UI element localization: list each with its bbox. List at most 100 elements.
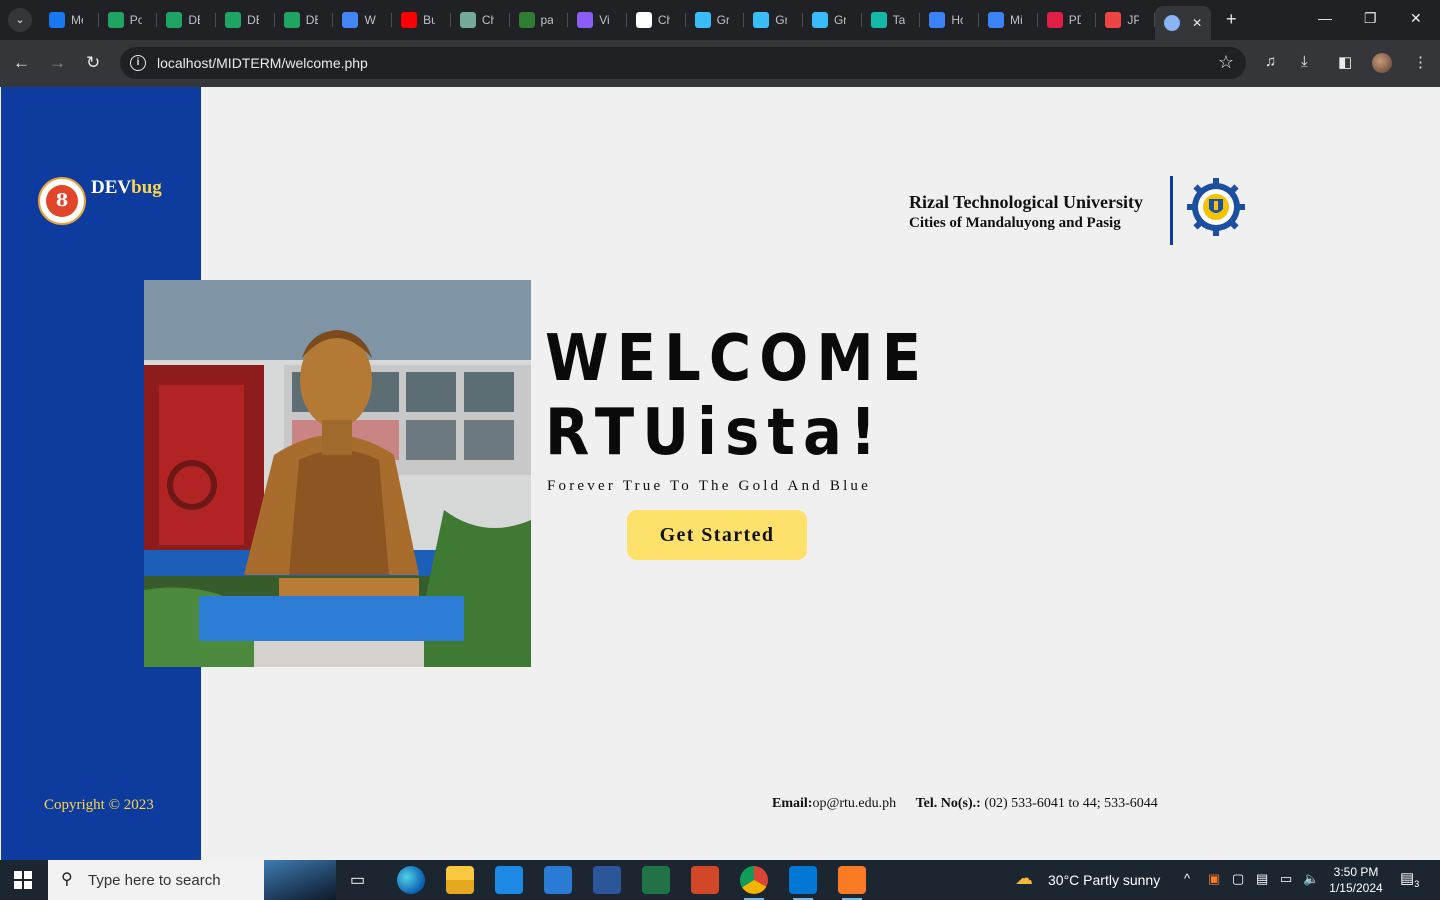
tab-label: DE <box>188 13 200 27</box>
windows-start-icon[interactable] <box>14 871 32 889</box>
tab-favicon-icon <box>283 12 300 28</box>
chrome-icon[interactable] <box>740 866 768 900</box>
tab-favicon-icon <box>49 12 65 28</box>
tab-label: Ta <box>892 13 905 27</box>
tab-label: Wi <box>364 13 376 27</box>
tab-favicon-icon <box>166 12 183 28</box>
forward-icon[interactable]: → <box>49 52 66 74</box>
browser-tab[interactable]: Wi <box>333 6 392 34</box>
media-control-icon[interactable]: ♫ <box>1265 53 1276 70</box>
browser-tab[interactable]: Me <box>40 6 99 34</box>
brand-logo[interactable]: 8 <box>38 177 86 225</box>
browser-tab[interactable]: Gr <box>803 6 862 34</box>
welcome-heading: WELCOME RTUista! <box>545 322 930 470</box>
download-icon[interactable]: ⤓ <box>1301 53 1308 70</box>
tab-favicon-icon <box>342 12 359 28</box>
xampp-tray-icon[interactable]: ▣ <box>1208 871 1220 887</box>
windows-taskbar: ⚲ Type here to search ▭ ☁ 30°C Partly su… <box>0 860 1440 900</box>
weather-text[interactable]: 30°C Partly sunny <box>1048 872 1160 888</box>
back-icon[interactable]: ← <box>13 52 30 74</box>
tab-favicon-icon <box>811 12 828 28</box>
contact-info: Email:op@rtu.edu.ph Tel. No(s).: (02) 53… <box>772 796 1158 811</box>
phone-number: (02) 533-6041 to 44; 533-6044 <box>984 796 1158 811</box>
browser-tab[interactable]: PD <box>1038 6 1097 34</box>
browser-tab[interactable]: Vi <box>568 6 627 34</box>
get-started-button[interactable]: Get Started <box>627 510 807 560</box>
university-subtitle: Cities of Mandaluyong and Pasig <box>909 215 1121 231</box>
browser-tabstrip: ⌄ Me Po DE DE DE Wi Bu Ch pa Vi Ch Gr Gr Gr Ta Ho Mi PD JP… <box>0 0 1440 40</box>
tab-label: pa <box>540 13 553 27</box>
tab-favicon-icon <box>107 12 124 28</box>
mail-icon[interactable] <box>544 866 572 894</box>
email-link[interactable]: op@rtu.edu.ph <box>812 796 896 811</box>
network-icon[interactable]: ▤ <box>1256 871 1268 887</box>
browser-tab[interactable]: pa <box>510 6 569 34</box>
tab-label: Gr <box>775 13 788 27</box>
browser-tab[interactable]: Gr <box>686 6 745 34</box>
display-icon[interactable]: ▭ <box>1280 871 1292 887</box>
tab-favicon-icon <box>694 12 711 28</box>
browser-tab[interactable]: Ta <box>862 6 921 34</box>
tab-label: DE <box>305 13 318 27</box>
tab-search-icon[interactable]: ⌄ <box>8 8 32 32</box>
tab-favicon-icon <box>518 12 535 28</box>
web-page: 8 DEVbug Copyright © 2023 Rizal Technolo… <box>0 87 1440 860</box>
tab-label: Po <box>129 13 142 27</box>
close-tab-icon[interactable]: ✕ <box>1192 16 1202 30</box>
show-hidden-icons-icon[interactable]: ^ <box>1184 871 1190 886</box>
excel-icon[interactable] <box>642 866 670 894</box>
globe-icon <box>1164 15 1181 31</box>
restore-icon[interactable]: ❐ <box>1364 10 1377 27</box>
new-tab-icon[interactable]: + <box>1226 9 1237 29</box>
browser-tab[interactable]: Po <box>99 6 158 34</box>
tab-favicon-icon <box>401 12 418 28</box>
clock[interactable]: 3:50 PM 1/15/2024 <box>1326 864 1386 896</box>
browser-tab[interactable]: DE <box>275 6 334 34</box>
profile-avatar[interactable] <box>1372 53 1392 73</box>
microsoft-store-icon[interactable] <box>495 866 523 894</box>
tab-label: Ch <box>657 13 670 27</box>
site-info-icon[interactable]: i <box>130 55 146 71</box>
address-bar[interactable]: i localhost/MIDTERM/welcome.php ☆ <box>120 47 1246 79</box>
notification-center-icon[interactable]: ▤3 <box>1400 869 1419 889</box>
tab-favicon-icon <box>459 12 476 28</box>
browser-tab[interactable]: JP <box>1096 6 1155 34</box>
powerpoint-icon[interactable] <box>691 866 719 894</box>
meet-icon[interactable]: ▢ <box>1232 871 1244 887</box>
active-browser-tab[interactable]: ✕ <box>1155 6 1212 40</box>
browser-tab[interactable]: Ch <box>451 6 510 34</box>
tab-favicon-icon <box>988 12 1004 28</box>
minimize-icon[interactable]: — <box>1318 10 1332 26</box>
edge-icon[interactable] <box>397 866 425 894</box>
side-panel-icon[interactable]: ◧ <box>1338 53 1352 71</box>
copyright-text: Copyright © 2023 <box>44 797 154 813</box>
url-text[interactable]: localhost/MIDTERM/welcome.php <box>157 55 368 71</box>
word-icon[interactable] <box>593 866 621 894</box>
xampp-icon[interactable] <box>838 866 866 900</box>
browser-tab[interactable]: DE <box>216 6 275 34</box>
task-view-icon[interactable]: ▭ <box>350 870 365 890</box>
university-name: Rizal Technological University <box>909 192 1143 212</box>
taskbar-search[interactable]: ⚲ Type here to search <box>48 860 336 900</box>
file-explorer-icon[interactable] <box>446 866 474 894</box>
browser-tab[interactable]: Ch <box>627 6 686 34</box>
tab-favicon-icon <box>870 12 887 28</box>
reload-icon[interactable]: ↻ <box>86 52 100 74</box>
tab-favicon-icon <box>225 12 242 28</box>
bookmark-star-icon[interactable]: ☆ <box>1218 52 1234 73</box>
browser-tab[interactable]: Bu <box>392 6 451 34</box>
browser-tab[interactable]: Mi <box>979 6 1038 34</box>
volume-icon[interactable]: 🔈 <box>1303 871 1319 887</box>
close-window-icon[interactable]: ✕ <box>1410 10 1422 27</box>
browser-tab[interactable]: Gr <box>744 6 803 34</box>
vscode-icon[interactable] <box>789 866 817 900</box>
header-divider <box>1170 176 1173 245</box>
tab-favicon-icon <box>1046 12 1063 28</box>
browser-tab[interactable]: Ho <box>920 6 979 34</box>
menu-kebab-icon[interactable]: ⋮ <box>1413 53 1428 71</box>
browser-tab[interactable]: DE <box>157 6 216 34</box>
weather-icon[interactable]: ☁ <box>1015 868 1033 889</box>
brand-name[interactable]: DEVbug <box>91 177 162 199</box>
browser-toolbar: ← → ↻ i localhost/MIDTERM/welcome.php ☆ … <box>0 40 1440 87</box>
university-seal-icon <box>1187 178 1245 236</box>
